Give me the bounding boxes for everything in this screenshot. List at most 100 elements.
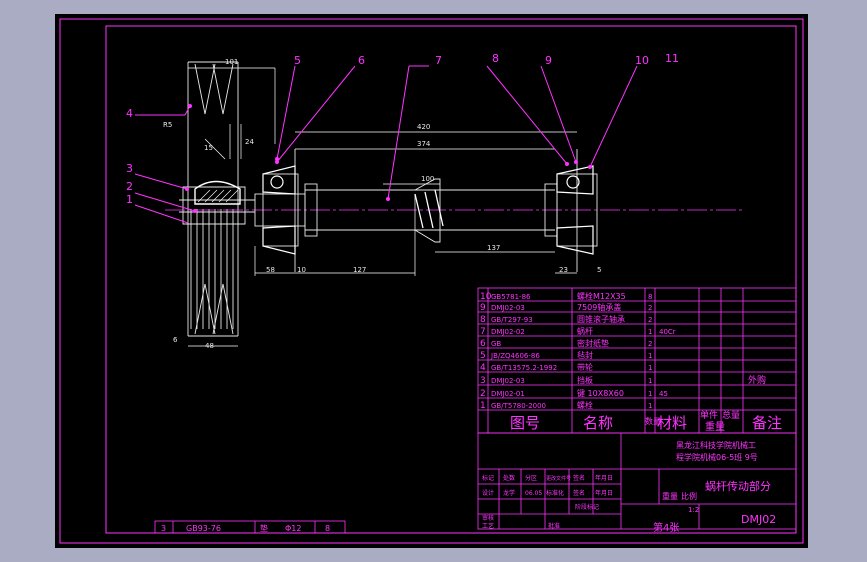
dim-101: 101 (225, 58, 238, 66)
bom-row-no: 4 (480, 363, 486, 373)
design-name: 龙学 (503, 489, 515, 497)
bom-row-code: DMJ02-03 (491, 377, 525, 385)
balloon-9: 9 (545, 54, 552, 67)
dim-23: 23 (559, 266, 568, 274)
bom-row-name: 圆锥滚子轴承 (577, 314, 625, 324)
org-line-1: 黑龙江科技学院机械工 (676, 440, 756, 450)
bom-header-name: 名称 (583, 414, 613, 432)
bom-row-qty: 2 (648, 304, 652, 312)
bom-header: 图号 名称 数量 材料 单件 总量 重量 备注 (510, 409, 782, 433)
title-block: 黑龙江科技学院机械工 程学院机械06-5班 9号 蜗杆传动部分 DMJ02 1:… (482, 440, 776, 534)
bom-row-code: GB5781-86 (491, 293, 531, 301)
sheet-number: 第4张 (653, 521, 679, 534)
bom-row-qty: 2 (648, 340, 652, 348)
bom-row-code: GB (491, 340, 501, 348)
drawing-number: DMJ02 (741, 513, 776, 526)
bom-header-note: 备注 (752, 414, 782, 432)
dim-r5: R5 (163, 121, 172, 129)
bom-row-qty: 1 (648, 390, 652, 398)
design-date: 06.05 (525, 490, 542, 497)
extra-row-no: 3 (161, 524, 166, 533)
bom-row-code: DMJ02-01 (491, 390, 525, 398)
extra-row-qty: 8 (325, 524, 330, 533)
date-label: 年月日 (595, 474, 613, 482)
bom-row-no: 8 (480, 315, 486, 325)
bom-row-note: 外购 (748, 374, 766, 386)
bom-row-name: 键 10X8X60 (577, 388, 624, 398)
bom-row-no: 5 (480, 351, 486, 361)
balloon-4: 4 (126, 107, 133, 120)
bom-row-no: 3 (480, 376, 486, 386)
bom-row-qty: 1 (648, 402, 652, 410)
bom-row-name: 挡板 (577, 375, 593, 385)
drawing-title: 蜗杆传动部分 (705, 479, 771, 493)
dim-137: 137 (487, 244, 500, 252)
bom-row-no: 7 (480, 327, 486, 337)
sign-label-2: 签名 (573, 489, 585, 497)
bom-row-material: 45 (659, 390, 668, 398)
bom-header-unit-weight: 单件 (700, 409, 718, 421)
bom-row-name: 带轮 (577, 362, 593, 372)
balloon-10: 10 (635, 54, 649, 67)
bom-row-name: 螺栓M12X35 (577, 291, 626, 301)
mark-label: 标记 (482, 474, 494, 482)
bom-row-qty: 1 (648, 352, 652, 360)
balloon-3: 3 (126, 162, 133, 175)
bom-row-no: 2 (480, 389, 486, 399)
outer-border (59, 18, 804, 544)
balloon-5: 5 (294, 54, 301, 67)
extra-row-spec: Φ12 (285, 524, 301, 533)
extra-row-code: GB93-76 (186, 524, 221, 533)
count-label: 处数 (503, 474, 515, 482)
bom-row-qty: 8 (648, 293, 652, 301)
dim-6: 6 (173, 336, 178, 344)
bom-row-no: 1 (480, 401, 486, 411)
extra-row: 3 GB93-76 垫 Φ12 8 (161, 523, 330, 533)
bom-row-name: 螺栓 (577, 400, 593, 410)
dim-100: 100 (421, 175, 434, 183)
standard-label: 标准化 (546, 489, 564, 497)
dim-10: 10 (297, 266, 306, 274)
weight-label: 重量 (662, 491, 678, 501)
bom-row-code: DMJ02-03 (491, 304, 525, 312)
dim-58: 58 (266, 266, 275, 274)
bom-row-name: 蜗杆 (577, 326, 593, 336)
process-label: 工艺 (482, 522, 494, 530)
bom-row-qty: 2 (648, 316, 652, 324)
bom-row-no: 6 (480, 339, 486, 349)
bom-row-name: 密封纸垫 (577, 338, 609, 348)
scale-value: 1:2 (688, 506, 699, 514)
dim-420: 420 (417, 123, 430, 131)
bom-row-code: JB/ZQ4606-86 (490, 352, 540, 360)
balloon-1: 1 (126, 193, 133, 206)
balloon-6: 6 (358, 54, 365, 67)
bom-row-qty: 1 (648, 377, 652, 385)
design-label: 设计 (482, 489, 494, 497)
drawing-sheet: 4 3 2 1 5 6 7 8 9 10 11 101 R5 15 24 420… (55, 14, 808, 548)
bom-rows: 10 GB5781-86 螺栓M12X35 8 9 DMJ02-03 7509轴承盖 2 8 GB… (480, 291, 766, 411)
dim-5: 5 (597, 266, 601, 274)
cad-drawing: 4 3 2 1 5 6 7 8 9 10 11 101 R5 15 24 420… (59, 18, 804, 544)
extra-row-name: 垫 (260, 523, 268, 533)
bom-row-code: GB/T5780-2000 (491, 402, 546, 410)
stage-label: 阶段标记 (575, 503, 599, 511)
dim-127: 127 (353, 266, 366, 274)
bom-header-total-weight: 总量 (722, 409, 740, 421)
dim-15: 15 (204, 144, 213, 152)
bom-header-weight: 重量 (705, 420, 725, 433)
org-line-2: 程学院机械06-5班 9号 (676, 452, 758, 462)
zone-label: 分区 (525, 474, 537, 482)
bom-row-no: 9 (480, 303, 486, 313)
bom-row-name: 7509轴承盖 (577, 302, 621, 312)
bom-row-code: GB/T13575.2-1992 (491, 364, 557, 372)
balloon-8: 8 (492, 52, 499, 65)
bom-row-no: 10 (480, 292, 492, 302)
dim-374: 374 (417, 140, 431, 148)
worm-shaft (254, 149, 598, 272)
pulley (179, 61, 255, 337)
scale-label: 比例 (681, 491, 697, 501)
bom-row-qty: 1 (648, 364, 652, 372)
bom-header-material: 材料 (657, 414, 687, 432)
dim-48: 48 (205, 342, 214, 350)
review-label: 审核 (482, 514, 494, 522)
